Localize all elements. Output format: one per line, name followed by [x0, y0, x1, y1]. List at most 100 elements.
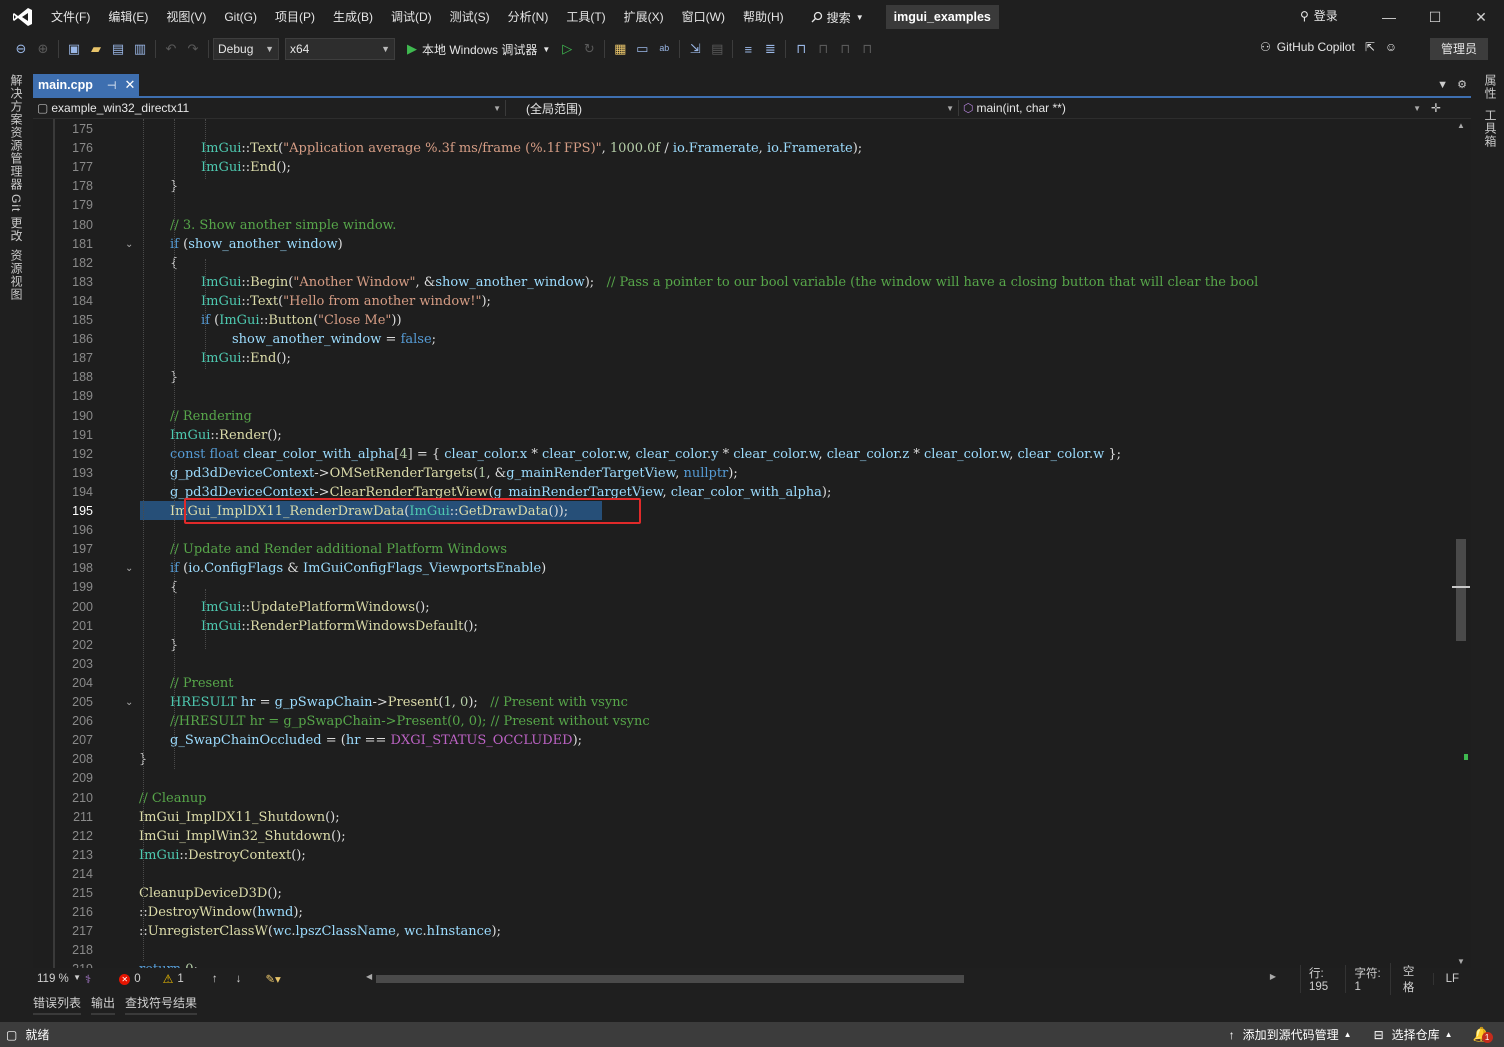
code-line[interactable]: 181 ⌄ if (show_another_window)	[33, 235, 1453, 254]
horizontal-scrollbar[interactable]: ◀ ▶	[366, 972, 1276, 985]
hot-reload-icon[interactable]: ↻	[578, 38, 600, 60]
tab-dropdown-icon[interactable]: ▼	[1437, 79, 1448, 91]
code-line[interactable]: 186 show_another_window = false;	[33, 330, 1453, 349]
code-line[interactable]: 188}	[33, 368, 1453, 387]
bookmark-icon[interactable]: ⊓	[790, 38, 812, 60]
code-line[interactable]: 176 ImGui::Text("Application average %.3f…	[33, 139, 1453, 158]
code-line[interactable]: 200 ImGui::UpdatePlatformWindows();	[33, 598, 1453, 617]
menu-analyze[interactable]: 分析(N)	[499, 4, 558, 30]
solution-explorer-tab[interactable]: 解决方案资源管理器	[8, 74, 25, 191]
maximize-button[interactable]: ☐	[1412, 0, 1458, 34]
menu-edit[interactable]: 编辑(E)	[99, 4, 157, 30]
layout-icon[interactable]: ▭	[631, 38, 653, 60]
code-line[interactable]: 204 // Present	[33, 674, 1453, 693]
code-area[interactable]: 175 176 ImGui::Text("Application average %…	[33, 119, 1453, 968]
menu-extensions[interactable]: 扩展(X)	[615, 4, 673, 30]
code-line[interactable]: 193 g_pd3dDeviceContext->OMSetRenderTarge…	[33, 464, 1453, 483]
scroll-right-icon[interactable]: ▶	[1270, 972, 1276, 981]
error-count-button[interactable]: ✕ 0	[119, 973, 141, 985]
line-ending-indicator[interactable]: LF	[1432, 973, 1471, 985]
code-line[interactable]: 214	[33, 865, 1453, 884]
prev-bookmark-icon[interactable]: ⊓	[812, 38, 834, 60]
code-line[interactable]: 175	[33, 120, 1453, 139]
step-icon[interactable]: ⇲	[684, 38, 706, 60]
code-line[interactable]: 178}	[33, 177, 1453, 196]
arrow-up-icon[interactable]: ↑	[212, 973, 218, 985]
minimize-button[interactable]: —	[1366, 0, 1412, 34]
properties-tab[interactable]: 属性	[1482, 74, 1499, 100]
spell-check-icon[interactable]: ᵃᵇ	[653, 38, 675, 60]
code-cleanup-icon[interactable]: ✎▾	[265, 972, 280, 986]
project-dropdown[interactable]: ▢ example_win32_directx11 ▼	[33, 99, 505, 118]
code-line[interactable]: 218	[33, 941, 1453, 960]
toolbox-tab[interactable]: 工具箱	[1482, 109, 1499, 148]
search-button[interactable]: 搜索 ▼	[805, 5, 870, 29]
debug-window-icon[interactable]: ▤	[706, 38, 728, 60]
code-line[interactable]: 198 ⌄ if (io.ConfigFlags & ImGuiConfigFlag…	[33, 559, 1453, 578]
solution-explorer-icon[interactable]: ▦	[609, 38, 631, 60]
code-line[interactable]: 217::UnregisterClassW(wc.lpszClassName, …	[33, 922, 1453, 941]
redo-icon[interactable]: ↷	[182, 38, 204, 60]
zoom-dropdown[interactable]: 119 % ▼	[33, 973, 85, 985]
member-dropdown[interactable]: ⬡ main(int, char **) ▼	[959, 99, 1425, 118]
code-line[interactable]: 187 ImGui::End();	[33, 349, 1453, 368]
code-line[interactable]: 206 //HRESULT hr = g_pSwapChain->Present(…	[33, 712, 1453, 731]
next-bookmark-icon[interactable]: ⊓	[834, 38, 856, 60]
scroll-left-icon[interactable]: ◀	[366, 972, 372, 981]
back-icon[interactable]: ⊖	[10, 38, 32, 60]
code-line[interactable]: 203	[33, 655, 1453, 674]
close-icon[interactable]: ✕	[124, 77, 135, 93]
code-line[interactable]: 191 ImGui::Render();	[33, 426, 1453, 445]
code-line[interactable]: 189	[33, 387, 1453, 406]
code-line[interactable]: 183 ImGui::Begin("Another Window", &show_…	[33, 273, 1453, 292]
gear-icon[interactable]: ⚙	[1457, 79, 1467, 91]
code-line[interactable]: 209	[33, 769, 1453, 788]
code-line[interactable]: 197 // Update and Render additional Platf…	[33, 540, 1453, 559]
code-line[interactable]: 185 if (ImGui::Button("Close Me"))	[33, 311, 1453, 330]
code-line[interactable]: 207 g_SwapChainOccluded = (hr == DXGI_STA…	[33, 731, 1453, 750]
menu-project[interactable]: 项目(P)	[266, 4, 324, 30]
scope-dropdown[interactable]: (全局范围) ▼	[506, 99, 958, 118]
select-repository-button[interactable]: ⊟ 选择仓库 ▲	[1374, 1026, 1453, 1043]
split-editor-icon[interactable]: ✛	[1431, 101, 1441, 115]
uncomment-icon[interactable]: ≣	[759, 38, 781, 60]
scroll-down-icon[interactable]: ▼	[1457, 957, 1465, 966]
scrollbar-thumb[interactable]	[1456, 539, 1466, 641]
menu-window[interactable]: 窗口(W)	[673, 4, 734, 30]
document-tab-main-cpp[interactable]: main.cpp ⊣ ✕	[33, 74, 139, 96]
health-icon[interactable]: ⚕	[85, 972, 91, 986]
warning-count-button[interactable]: ⚠ 1	[163, 972, 184, 986]
code-line[interactable]: 192 const float clear_color_with_alpha[4]…	[33, 445, 1453, 464]
code-line[interactable]: 202}	[33, 636, 1453, 655]
github-copilot-button[interactable]: ⚇ GitHub Copilot ⇱ ☺	[1260, 40, 1397, 54]
menu-debug[interactable]: 调试(D)	[382, 4, 441, 30]
start-debugging-button[interactable]: ▶ 本地 Windows 调试器 ▼	[407, 41, 550, 58]
fold-chevron-icon[interactable]: ⌄	[125, 693, 133, 712]
menu-git[interactable]: Git(G)	[215, 4, 266, 30]
menu-view[interactable]: 视图(V)	[157, 4, 215, 30]
clear-bookmarks-icon[interactable]: ⊓	[856, 38, 878, 60]
column-indicator[interactable]: 字符: 1	[1345, 965, 1389, 993]
configuration-select[interactable]: Debug ▼	[213, 38, 279, 60]
resource-view-tab[interactable]: 资源视图	[8, 249, 25, 301]
scroll-up-icon[interactable]: ▲	[1457, 121, 1465, 130]
tab-find-symbol-results[interactable]: 查找符号结果	[125, 994, 198, 1015]
code-line[interactable]: 180 // 3. Show another simple window.	[33, 216, 1453, 235]
code-line[interactable]: 179	[33, 196, 1453, 215]
code-line[interactable]: 182{	[33, 254, 1453, 273]
pin-icon[interactable]: ⊣	[107, 79, 117, 92]
start-without-debugging-icon[interactable]: ▷	[556, 38, 578, 60]
notifications-button[interactable]: 🔔 1	[1473, 1026, 1493, 1043]
fold-chevron-icon[interactable]: ⌄	[125, 235, 133, 254]
code-line[interactable]: 205 ⌄ HRESULT hr = g_pSwapChain->Present(1…	[33, 693, 1453, 712]
code-line[interactable]: 216::DestroyWindow(hwnd);	[33, 903, 1453, 922]
code-line[interactable]: 215 CleanupDeviceD3D();	[33, 884, 1453, 903]
tab-output[interactable]: 输出	[91, 994, 116, 1015]
arrow-down-icon[interactable]: ↓	[236, 973, 242, 985]
code-line[interactable]: 213 ImGui::DestroyContext();	[33, 846, 1453, 865]
forward-icon[interactable]: ⊕	[32, 38, 54, 60]
code-line[interactable]: 190 // Rendering	[33, 407, 1453, 426]
code-line[interactable]: 219 return 0;	[33, 960, 1453, 968]
line-indicator[interactable]: 行: 195	[1300, 965, 1345, 993]
new-project-icon[interactable]: ▣	[63, 38, 85, 60]
